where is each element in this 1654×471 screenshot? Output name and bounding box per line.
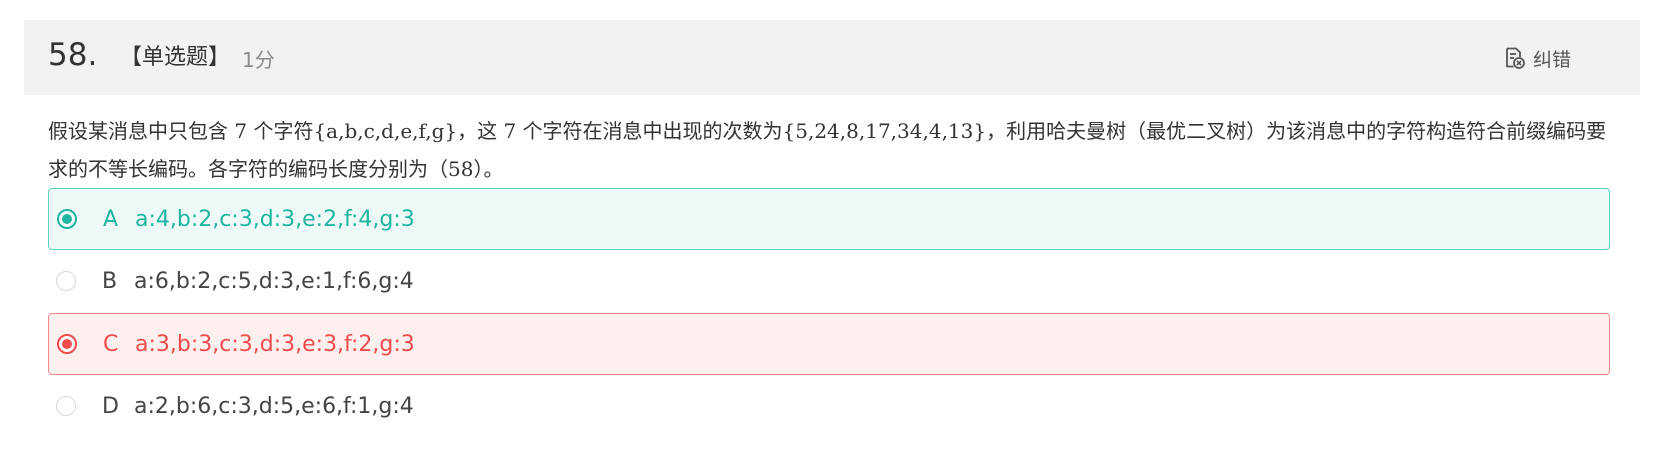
report-error-label: 纠错	[1533, 48, 1572, 71]
option-d[interactable]: D a:2,b:6,c:3,d:5,e:6,f:1,g:4	[48, 375, 1610, 437]
question-text: 假设某消息中只包含 7 个字符{a,b,c,d,e,f,g}，这 7 个字符在消…	[48, 119, 1607, 181]
radio-selected-icon[interactable]	[57, 209, 77, 229]
option-b[interactable]: B a:6,b:2,c:5,d:3,e:1,f:6,g:4	[48, 250, 1610, 312]
option-text: a:4,b:2,c:3,d:3,e:2,f:4,g:3	[135, 206, 415, 232]
question-header: 58. 【单选题】 1分 纠错	[24, 20, 1640, 95]
option-a[interactable]: A a:4,b:2,c:3,d:3,e:2,f:4,g:3	[48, 188, 1610, 250]
radio-empty-icon[interactable]	[56, 396, 76, 416]
option-letter: A	[103, 206, 119, 232]
question-number: 58.	[48, 37, 98, 73]
question-score: 1分	[242, 48, 275, 72]
option-text: a:6,b:2,c:5,d:3,e:1,f:6,g:4	[134, 268, 414, 294]
option-text: a:2,b:6,c:3,d:5,e:6,f:1,g:4	[134, 393, 414, 419]
option-c[interactable]: C a:3,b:3,c:3,d:3,e:3,f:2,g:3	[48, 313, 1610, 375]
option-letter: C	[103, 331, 119, 357]
radio-selected-icon[interactable]	[57, 334, 77, 354]
report-error-icon	[1506, 47, 1525, 69]
radio-empty-icon[interactable]	[56, 271, 76, 291]
option-letter: D	[102, 393, 119, 419]
question-type: 【单选题】	[120, 45, 231, 70]
option-text: a:3,b:3,c:3,d:3,e:3,f:2,g:3	[135, 331, 415, 357]
report-error-button[interactable]: 纠错	[1502, 42, 1571, 74]
option-letter: B	[102, 268, 118, 294]
